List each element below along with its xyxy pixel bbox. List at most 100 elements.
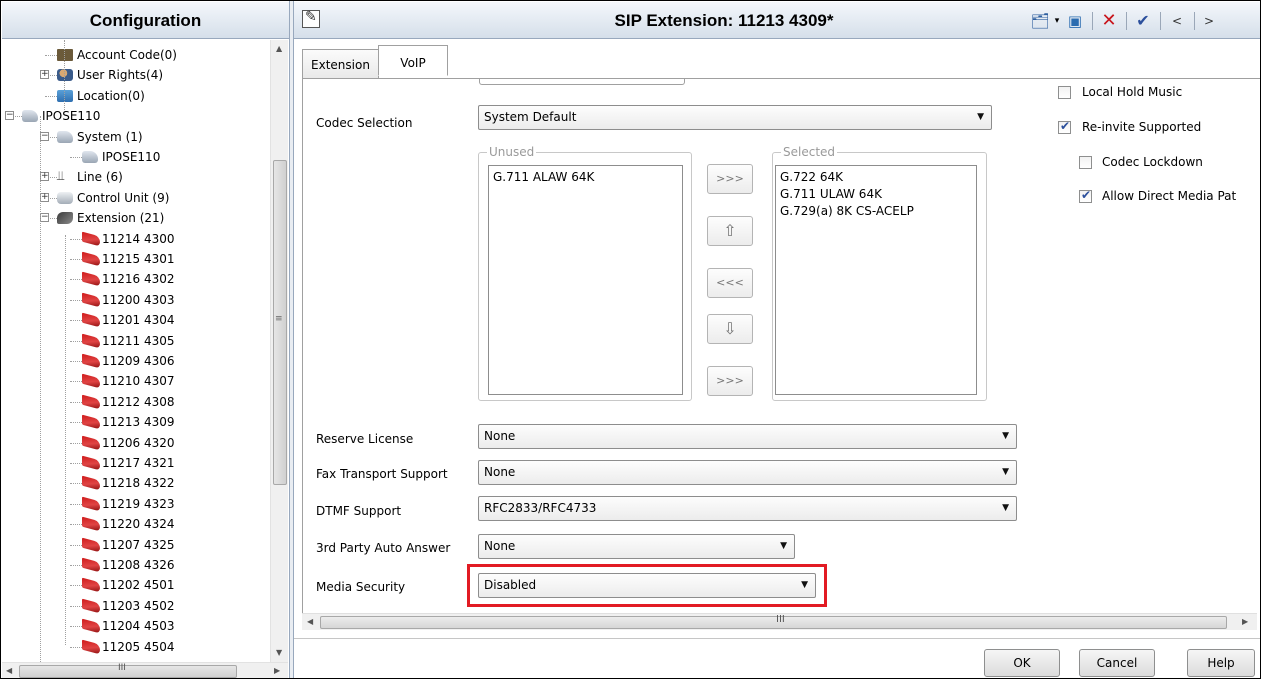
tree-item[interactable]: 11210 4307 [2, 371, 270, 391]
tree-item-label: 11203 4502 [102, 598, 175, 613]
collapse-icon[interactable]: − [40, 131, 49, 141]
ok-button[interactable]: OK [984, 649, 1060, 677]
scroll-left-arrow-icon[interactable]: ◀ [307, 617, 313, 626]
collapse-icon[interactable]: − [40, 213, 49, 223]
fax-transport-dropdown[interactable]: None ▼ [478, 460, 1017, 485]
collapse-icon[interactable]: − [5, 111, 14, 121]
tree-item[interactable]: 11207 4325 [2, 535, 270, 555]
tree-item-label: Line (6) [77, 170, 123, 185]
list-item[interactable]: G.711 ALAW 64K [493, 169, 594, 185]
scroll-down-arrow-icon[interactable]: ▼ [276, 648, 282, 657]
sip-handset-icon [82, 618, 100, 634]
tree-item-label: 11200 4303 [102, 292, 175, 307]
tree-item[interactable]: 11200 4303 [2, 290, 270, 310]
tree-vertical-scrollbar[interactable]: ▲ ≡ ▼ [270, 40, 288, 662]
allow-direct-media-checkbox[interactable] [1079, 188, 1092, 203]
list-item[interactable]: G.729(a) 8K CS-ACELP [780, 203, 914, 219]
remove-codec-button[interactable]: <<< [707, 268, 753, 298]
scroll-right-arrow-icon[interactable]: ▶ [274, 666, 280, 675]
tree-item[interactable]: 11215 4301 [2, 249, 270, 269]
expand-icon[interactable]: + [40, 172, 49, 182]
export-icon[interactable]: ▣ [1064, 10, 1086, 32]
tree-item[interactable]: 11214 4300 [2, 229, 270, 249]
tree-item[interactable]: 11202 4501 [2, 575, 270, 595]
tree-item-label: 11215 4301 [102, 252, 175, 266]
tree-item[interactable]: 11220 4324 [2, 514, 270, 534]
tree-item[interactable]: Location(0) [2, 86, 270, 106]
validate-check-icon[interactable]: ✔ [1132, 10, 1154, 32]
tree-item[interactable]: IPOSE110 [2, 147, 270, 167]
allow-direct-media-label: Allow Direct Media Pat [1102, 189, 1237, 203]
add-all-codecs-button[interactable]: >>> [707, 366, 753, 396]
list-item[interactable]: G.722 64K [780, 169, 843, 185]
tree-item[interactable]: 11217 4321 [2, 453, 270, 473]
reinvite-supported-checkbox[interactable] [1058, 119, 1071, 134]
previous-record-icon[interactable]: < [1166, 10, 1188, 32]
delete-icon[interactable]: ✕ [1098, 10, 1120, 32]
tree-item-label: 11204 4503 [102, 619, 175, 634]
new-record-icon[interactable]: 🗂 [1027, 10, 1053, 32]
selected-codecs-list[interactable]: G.722 64K G.711 ULAW 64K G.729(a) 8K CS-… [775, 165, 977, 395]
tree-item[interactable]: + User Rights(4) [2, 65, 270, 85]
configuration-tree: Account Code(0) + User Rights(4) Location(0… [2, 40, 270, 662]
tree-item[interactable]: 11209 4306 [2, 351, 270, 371]
reserve-license-dropdown[interactable]: None ▼ [478, 424, 1017, 449]
expand-icon[interactable]: + [40, 192, 49, 202]
tree-item[interactable]: Account Code(0) [2, 45, 270, 65]
tree-item-label: 11206 4320 [102, 435, 175, 450]
tree-item[interactable]: 11218 4322 [2, 473, 270, 493]
help-button[interactable]: Help [1187, 649, 1255, 677]
form-horizontal-scrollbar[interactable]: ◀ III ▶ [302, 613, 1257, 630]
tree-item[interactable]: + ⫫ Line (6) [2, 167, 270, 187]
form-hscroll-thumb[interactable]: III [320, 614, 1227, 629]
sip-handset-icon [82, 598, 100, 614]
list-item[interactable]: G.711 ULAW 64K [780, 186, 882, 202]
local-hold-music-checkbox[interactable] [1058, 86, 1071, 99]
tree-horizontal-scrollbar[interactable]: ◀ III ▶ [2, 662, 288, 678]
cancel-button[interactable]: Cancel [1079, 649, 1155, 677]
tree-item[interactable]: 11219 4323 [2, 494, 270, 514]
dropdown-arrow-icon[interactable]: ▾ [1052, 10, 1062, 32]
chevron-down-icon: ▼ [1002, 467, 1009, 477]
tree-item[interactable]: − System (1) [2, 127, 270, 147]
add-codec-button[interactable]: >>> [707, 164, 753, 194]
fax-transport-label: Fax Transport Support [316, 467, 448, 481]
tree-item-label: 11201 4304 [102, 313, 175, 328]
scroll-left-arrow-icon[interactable]: ◀ [6, 666, 12, 675]
tree-item[interactable]: 11211 4305 [2, 331, 270, 351]
tree-item[interactable]: 11203 4502 [2, 596, 270, 616]
reserve-license-label: Reserve License [316, 432, 414, 446]
dtmf-support-dropdown[interactable]: RFC2833/RFC4733 ▼ [478, 496, 1017, 521]
tree-item[interactable]: 11212 4308 [2, 392, 270, 412]
line-icon: ⫫ [57, 169, 65, 185]
tree-item[interactable]: 11204 4503 [2, 616, 270, 636]
tree-item[interactable]: + Control Unit (9) [2, 188, 270, 208]
unused-codecs-list[interactable]: G.711 ALAW 64K [488, 165, 683, 395]
tree-item[interactable]: − Extension (21) [2, 208, 270, 228]
tree-item[interactable]: 11216 4302 [2, 269, 270, 289]
tree-item[interactable]: 11205 4504 [2, 637, 270, 657]
scroll-up-arrow-icon[interactable]: ▲ [276, 44, 282, 53]
tab-voip[interactable]: VoIP [378, 45, 448, 76]
sip-handset-icon [82, 333, 100, 349]
tree-item-label: IPOSE110 [42, 109, 101, 124]
selected-label: Selected [781, 145, 838, 159]
codec-selection-dropdown[interactable]: System Default ▼ [478, 105, 992, 130]
auto-answer-dropdown[interactable]: None ▼ [478, 534, 795, 559]
expand-icon[interactable]: + [40, 70, 49, 80]
next-record-icon[interactable]: > [1198, 10, 1220, 32]
account-code-icon [57, 49, 73, 61]
move-up-button[interactable]: ⇧ [707, 216, 753, 246]
tree-item[interactable]: 11206 4320 [2, 433, 270, 453]
tree-hscroll-thumb[interactable]: III [19, 663, 237, 678]
tree-item[interactable]: 11213 4309 [2, 412, 270, 432]
move-down-button[interactable]: ⇩ [707, 314, 753, 344]
sip-handset-icon [82, 414, 100, 430]
sip-handset-icon [82, 435, 100, 451]
tab-extension[interactable]: Extension [302, 49, 379, 79]
tree-item[interactable]: − IPOSE110 [2, 106, 270, 126]
codec-lockdown-checkbox[interactable] [1079, 156, 1092, 169]
scroll-right-arrow-icon[interactable]: ▶ [1242, 617, 1248, 626]
tree-item[interactable]: 11201 4304 [2, 310, 270, 330]
tree-item[interactable]: 11208 4326 [2, 555, 270, 575]
